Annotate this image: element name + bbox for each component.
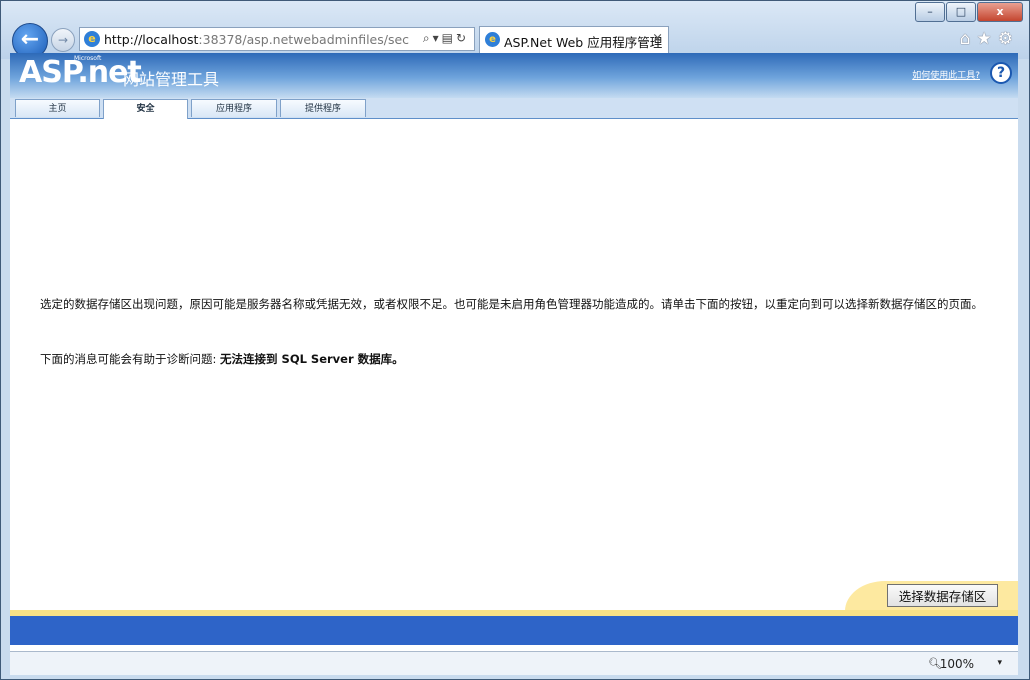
url-text[interactable]: http://localhost:38378/asp.netwebadminfi… [104, 32, 410, 47]
minimize-button[interactable]: – [915, 2, 945, 22]
search-icon[interactable]: ⌕ [423, 31, 433, 45]
help-icon[interactable]: ? [990, 62, 1012, 84]
error-message: 选定的数据存储区出现问题，原因可能是服务器名称或凭据无效，或者权限不足。也可能是… [40, 297, 983, 311]
maximize-button[interactable]: □ [946, 2, 976, 22]
forward-icon[interactable]: → [51, 28, 75, 52]
diagnostic-line: 下面的消息可能会有助于诊断问题: 无法连接到 SQL Server 数据库。 [40, 351, 404, 367]
gear-icon[interactable]: ⚙ [998, 29, 1019, 49]
tab-application[interactable]: 应用程序 [191, 99, 277, 117]
status-bar: 🔍︎ 100% ▾ [10, 651, 1018, 675]
zoom-level[interactable]: 100% [940, 657, 974, 671]
browser-window: – □ x ← → e http://localhost:38378/asp.n… [0, 0, 1030, 680]
url-host: http://localhost [104, 32, 199, 47]
ie-icon: e [485, 32, 500, 47]
home-icon[interactable]: ⌂ [960, 29, 977, 49]
footer-blue-band [10, 616, 1018, 645]
url-path: :38378/asp.netwebadminfiles/security/se [198, 32, 410, 47]
compatibility-icon[interactable]: ▤ [442, 31, 456, 45]
toolbar-icons: ⌂★⚙ [960, 29, 1019, 49]
tab-home[interactable]: 主页 [15, 99, 100, 117]
diagnostic-message: 无法连接到 SQL Server 数据库。 [220, 352, 404, 366]
close-button[interactable]: x [977, 2, 1023, 22]
tab-providers[interactable]: 提供程序 [280, 99, 366, 117]
tool-title: 网站管理工具 [123, 70, 220, 89]
zoom-dropdown-icon[interactable]: ▾ [997, 658, 1002, 668]
page-content: ASP.net Microsoft 网站管理工具 如何使用此工具? ? 主页 安… [10, 53, 1018, 651]
refresh-icon[interactable]: ↻ [456, 31, 469, 45]
caption-buttons: – □ x [914, 2, 1023, 22]
tab-close-icon[interactable]: × [652, 31, 663, 46]
logo-microsoft-label: Microsoft [74, 55, 102, 62]
ie-icon: e [84, 31, 100, 47]
select-data-store-button[interactable]: 选择数据存储区 [887, 584, 998, 607]
diagnostic-prefix: 下面的消息可能会有助于诊断问题: [40, 352, 217, 366]
tab-title: ASP.Net Web 应用程序管理 [504, 35, 663, 50]
address-bar[interactable]: e http://localhost:38378/asp.netwebadmin… [79, 27, 475, 51]
address-tools: ⌕▾▤↻ [423, 31, 469, 46]
site-header: ASP.net Microsoft 网站管理工具 如何使用此工具? ? [10, 53, 1018, 98]
tab-security[interactable]: 安全 [103, 99, 188, 119]
favorites-icon[interactable]: ★ [977, 29, 998, 49]
nav-tabs: 主页 安全 应用程序 提供程序 [10, 98, 1018, 119]
title-bar: – □ x ← → e http://localhost:38378/asp.n… [1, 1, 1029, 59]
help-link[interactable]: 如何使用此工具? [912, 68, 980, 81]
dropdown-icon[interactable]: ▾ [433, 31, 442, 45]
browser-tab[interactable]: e ASP.Net Web 应用程序管理 × [479, 26, 669, 53]
